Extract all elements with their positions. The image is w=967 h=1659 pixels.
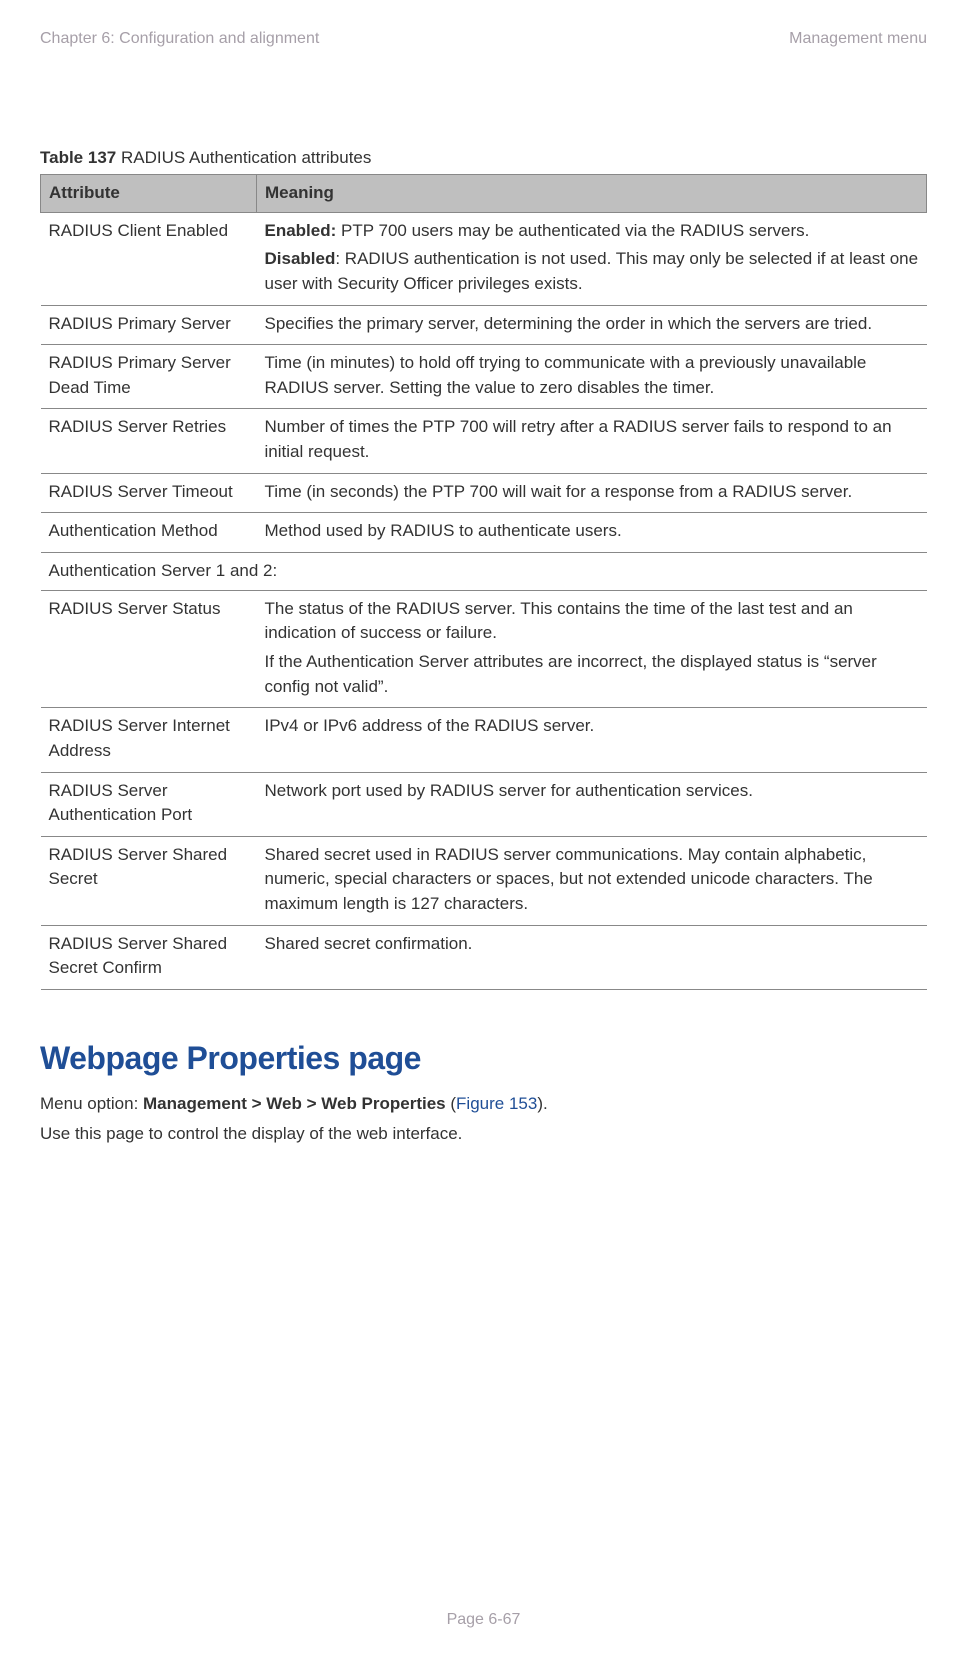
meaning-cell: Enabled: PTP 700 users may be authentica… xyxy=(257,212,927,305)
meaning-cell: Time (in minutes) to hold off trying to … xyxy=(257,345,927,409)
meaning-cell: The status of the RADIUS server. This co… xyxy=(257,590,927,708)
table-row: RADIUS Server RetriesNumber of times the… xyxy=(41,409,927,473)
attr-cell: RADIUS Server Shared Secret Confirm xyxy=(41,925,257,989)
th-meaning: Meaning xyxy=(257,175,927,213)
meaning-cell: Network port used by RADIUS server for a… xyxy=(257,772,927,836)
attr-cell: RADIUS Server Internet Address xyxy=(41,708,257,772)
figure-link[interactable]: Figure 153 xyxy=(456,1094,537,1113)
table-row: Authentication MethodMethod used by RADI… xyxy=(41,513,927,553)
table-row: RADIUS Primary ServerSpecifies the prima… xyxy=(41,305,927,345)
menu-option-path: Management > Web > Web Properties xyxy=(143,1094,446,1113)
table-caption-label: Table 137 xyxy=(40,148,116,167)
section-heading: Webpage Properties page xyxy=(40,1040,927,1077)
meaning-cell: Specifies the primary server, determinin… xyxy=(257,305,927,345)
attr-cell: RADIUS Server Status xyxy=(41,590,257,708)
menu-option-line: Menu option: Management > Web > Web Prop… xyxy=(40,1091,927,1117)
table-row: RADIUS Server Shared Secret ConfirmShare… xyxy=(41,925,927,989)
th-attribute: Attribute xyxy=(41,175,257,213)
attr-cell: RADIUS Server Timeout xyxy=(41,473,257,513)
meaning-cell: Method used by RADIUS to authenticate us… xyxy=(257,513,927,553)
table-row: RADIUS Server StatusThe status of the RA… xyxy=(41,590,927,708)
table-caption-text: RADIUS Authentication attributes xyxy=(116,148,371,167)
table-span-cell: Authentication Server 1 and 2: xyxy=(41,553,927,591)
attr-cell: RADIUS Server Authentication Port xyxy=(41,772,257,836)
section-description: Use this page to control the display of … xyxy=(40,1121,927,1147)
attr-cell: RADIUS Server Shared Secret xyxy=(41,836,257,925)
attr-cell: RADIUS Primary Server Dead Time xyxy=(41,345,257,409)
attr-cell: RADIUS Primary Server xyxy=(41,305,257,345)
radius-attr-table: Attribute Meaning RADIUS Client EnabledE… xyxy=(40,174,927,990)
header-chapter: Chapter 6: Configuration and alignment xyxy=(40,30,319,48)
table-row: RADIUS Server Internet AddressIPv4 or IP… xyxy=(41,708,927,772)
paren-close: ). xyxy=(537,1094,547,1113)
paren-open: ( xyxy=(446,1094,456,1113)
menu-option-pre: Menu option: xyxy=(40,1094,143,1113)
attr-cell: RADIUS Server Retries xyxy=(41,409,257,473)
table-row: RADIUS Client EnabledEnabled: PTP 700 us… xyxy=(41,212,927,305)
meaning-cell: Time (in seconds) the PTP 700 will wait … xyxy=(257,473,927,513)
table-row: RADIUS Server Authentication PortNetwork… xyxy=(41,772,927,836)
meaning-cell: Shared secret used in RADIUS server comm… xyxy=(257,836,927,925)
attr-cell: Authentication Method xyxy=(41,513,257,553)
meaning-cell: IPv4 or IPv6 address of the RADIUS serve… xyxy=(257,708,927,772)
meaning-cell: Shared secret confirmation. xyxy=(257,925,927,989)
table-row: RADIUS Server Shared SecretShared secret… xyxy=(41,836,927,925)
table-caption: Table 137 RADIUS Authentication attribut… xyxy=(40,148,927,168)
page-footer: Page 6-67 xyxy=(40,1611,927,1629)
meaning-cell: Number of times the PTP 700 will retry a… xyxy=(257,409,927,473)
table-row: RADIUS Primary Server Dead TimeTime (in … xyxy=(41,345,927,409)
table-row: Authentication Server 1 and 2: xyxy=(41,553,927,591)
table-row: RADIUS Server TimeoutTime (in seconds) t… xyxy=(41,473,927,513)
attr-cell: RADIUS Client Enabled xyxy=(41,212,257,305)
header-section: Management menu xyxy=(789,30,927,48)
